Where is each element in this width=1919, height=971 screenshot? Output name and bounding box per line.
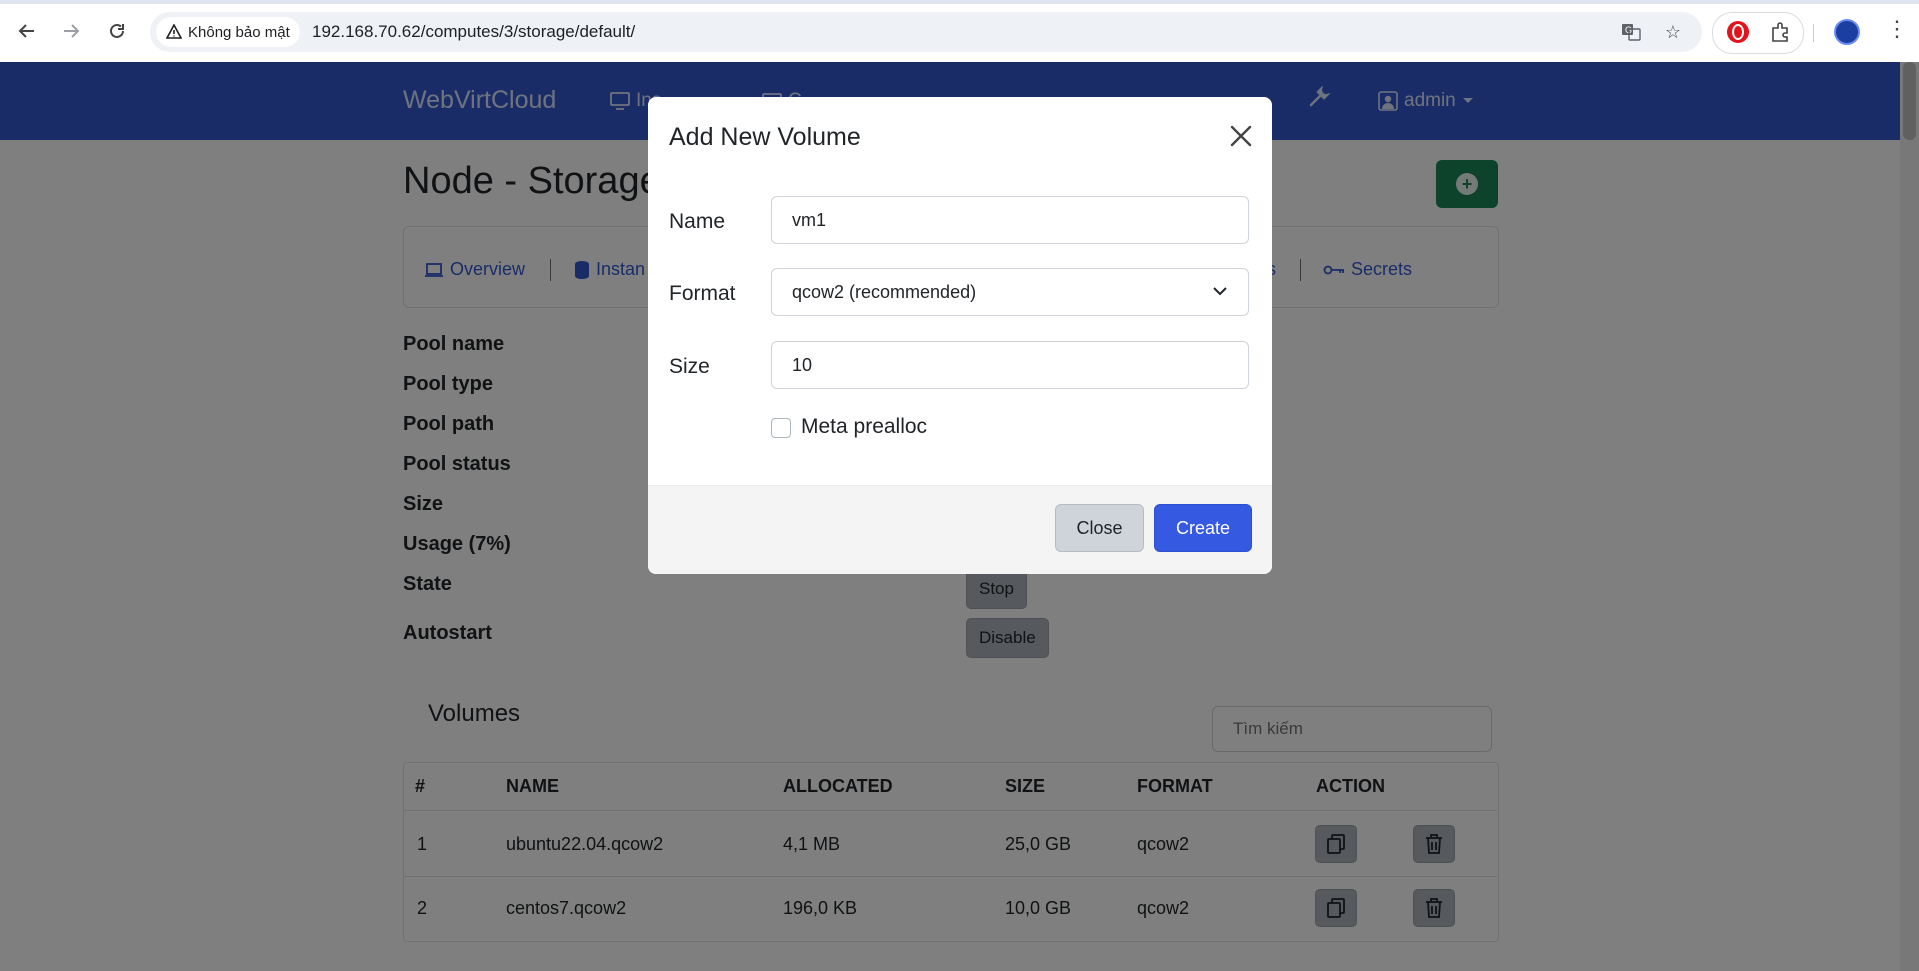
create-button[interactable]: Create	[1154, 504, 1252, 552]
forward-icon[interactable]	[56, 16, 86, 46]
size-label: Size	[669, 355, 710, 378]
name-label: Name	[669, 210, 726, 233]
profile-icon[interactable]	[1834, 19, 1860, 45]
address-bar[interactable]: Không bảo mật 192.168.70.62/computes/3/s…	[150, 12, 1702, 52]
star-icon[interactable]: ☆	[1662, 21, 1684, 43]
name-input[interactable]	[771, 196, 1249, 244]
size-input[interactable]	[771, 341, 1249, 389]
close-icon[interactable]	[1226, 121, 1256, 151]
back-icon[interactable]	[12, 16, 42, 46]
meta-prealloc-label[interactable]: Meta prealloc	[801, 415, 927, 439]
add-volume-modal: Add New Volume Name Format qcow2 (recomm…	[648, 97, 1272, 574]
modal-footer: Close Create	[648, 485, 1272, 574]
format-select-value: qcow2 (recommended)	[792, 282, 977, 302]
format-label: Format	[669, 282, 736, 305]
extensions-icon[interactable]	[1769, 21, 1791, 43]
chevron-down-icon	[1213, 287, 1227, 296]
security-chip[interactable]: Không bảo mật	[156, 17, 300, 47]
meta-prealloc-checkbox[interactable]	[771, 418, 791, 438]
extensions-area	[1712, 12, 1804, 54]
url-text[interactable]: 192.168.70.62/computes/3/storage/default…	[312, 22, 635, 42]
security-label: Không bảo mật	[188, 23, 290, 41]
format-select[interactable]: qcow2 (recommended)	[771, 268, 1249, 316]
tab-strip	[0, 0, 1919, 4]
browser-toolbar: Không bảo mật 192.168.70.62/computes/3/s…	[0, 0, 1919, 63]
toolbar-divider	[1813, 24, 1814, 42]
menu-icon[interactable]: ⋮	[1886, 18, 1908, 40]
warning-icon	[166, 24, 182, 39]
translate-icon[interactable]: G	[1620, 21, 1642, 43]
close-button[interactable]: Close	[1055, 504, 1144, 552]
opera-icon[interactable]	[1727, 21, 1749, 43]
reload-icon[interactable]	[102, 16, 132, 46]
modal-title: Add New Volume	[669, 123, 861, 151]
